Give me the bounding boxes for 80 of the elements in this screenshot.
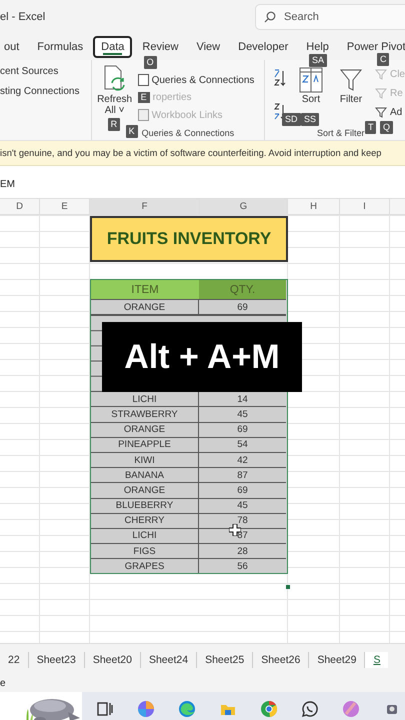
- fill-handle[interactable]: [286, 585, 290, 589]
- shortcut-caption: Alt + A+M: [102, 322, 302, 392]
- key-tip: K: [126, 125, 138, 138]
- sheet-tab[interactable]: Sheet20: [84, 652, 141, 668]
- funnel-icon: [374, 87, 387, 99]
- sort-button[interactable]: Sort: [294, 66, 327, 105]
- table-cell: CHERRY: [91, 512, 199, 528]
- table-cell: 28: [199, 543, 286, 558]
- ribbon-tab[interactable]: Data: [93, 36, 132, 58]
- key-tip: C: [376, 53, 390, 66]
- ribbon-tab[interactable]: View: [188, 36, 228, 58]
- inventory-title: FRUITS INVENTORY: [90, 216, 288, 262]
- filter-button[interactable]: Filter: [334, 66, 367, 105]
- key-tip: T: [364, 121, 376, 134]
- status-text: e: [0, 678, 6, 689]
- search-field[interactable]: Search: [255, 4, 405, 30]
- column-heading: ITEM: [91, 280, 199, 299]
- column-header[interactable]: F: [90, 199, 200, 214]
- group-label: Queries & Connections: [142, 128, 234, 138]
- column-header[interactable]: G: [200, 199, 288, 214]
- table-cell: 45: [199, 406, 286, 422]
- ribbon-command[interactable]: cent Sources: [0, 66, 91, 77]
- ribbon-command[interactable]: Queries & Connections: [138, 74, 254, 86]
- table-cell: 56: [199, 558, 286, 574]
- sheet-tab[interactable]: S: [365, 652, 388, 668]
- sheet-tab[interactable]: 22: [0, 652, 29, 668]
- sort-icon: [298, 66, 323, 94]
- window-title: el - Excel: [0, 11, 46, 23]
- chat-bubble-icon[interactable]: [301, 700, 319, 718]
- table-cell: 69: [199, 422, 286, 437]
- table-cell: STRAWBERRY: [91, 406, 199, 422]
- ribbon-command[interactable]: sting Connections: [0, 86, 91, 97]
- funnel-icon: [374, 106, 387, 118]
- key-tip: Q: [380, 121, 393, 134]
- table-cell: KIWI: [91, 452, 199, 468]
- ribbon-tab[interactable]: Formulas: [29, 36, 92, 58]
- key-tip: O: [144, 56, 157, 69]
- sheet-tab[interactable]: Sheet23: [28, 652, 85, 668]
- table-cell: GRAPES: [91, 558, 199, 574]
- table-cell: 42: [199, 452, 286, 468]
- search-icon: [264, 11, 276, 23]
- funnel-icon: [374, 68, 387, 80]
- key-tip: SD: [282, 113, 300, 126]
- table-cell: LICHI: [91, 528, 199, 544]
- ribbon-tab[interactable]: Review: [134, 36, 186, 58]
- refresh-all-button[interactable]: Refresh All ˅: [98, 64, 132, 116]
- table-cell: 87: [199, 467, 286, 482]
- license-warning: isn't genuine, and you may be a victim of software counterfeiting. Avoid interruption and keep: [0, 148, 382, 158]
- table-cell: 69: [199, 482, 286, 498]
- column-header[interactable]: H: [288, 199, 340, 214]
- column-header[interactable]: D: [0, 199, 40, 214]
- key-tip: SA: [308, 54, 327, 67]
- formula-bar-value[interactable]: EM: [0, 178, 15, 190]
- table-cell: ORANGE: [91, 422, 199, 437]
- sheet-tab[interactable]: Sheet24: [140, 652, 198, 668]
- table-cell: 54: [199, 436, 286, 452]
- ribbon-tab[interactable]: Developer: [230, 36, 296, 58]
- table-cell: PINEAPPLE: [91, 436, 199, 452]
- table-cell: 45: [199, 498, 286, 513]
- table-cell: ORANGE: [91, 482, 199, 498]
- group-label: Sort & Filter: [316, 128, 364, 138]
- sheet-tab[interactable]: Sheet26: [253, 652, 310, 668]
- key-tip: SS: [300, 113, 319, 126]
- orb-icon[interactable]: [342, 700, 360, 718]
- chrome-icon[interactable]: [260, 700, 278, 718]
- edge-icon[interactable]: [178, 700, 196, 718]
- document-icon: [138, 109, 149, 121]
- table-cell: FIGS: [91, 543, 199, 558]
- table-cell: BLUEBERRY: [91, 498, 199, 513]
- column-heading: QTY.: [199, 280, 286, 299]
- sheet-tab[interactable]: Sheet25: [197, 652, 254, 668]
- ribbon-tab[interactable]: out: [0, 36, 28, 58]
- sort-ascending-icon[interactable]: [272, 68, 287, 88]
- task-view-icon[interactable]: [96, 700, 114, 718]
- copilot-icon[interactable]: [137, 700, 155, 718]
- column-header[interactable]: I: [340, 199, 390, 214]
- ribbon-command[interactable]: Ad: [374, 106, 405, 118]
- table-cell: BANANA: [91, 467, 199, 482]
- document-icon: [138, 74, 149, 86]
- key-tip: R: [108, 118, 120, 131]
